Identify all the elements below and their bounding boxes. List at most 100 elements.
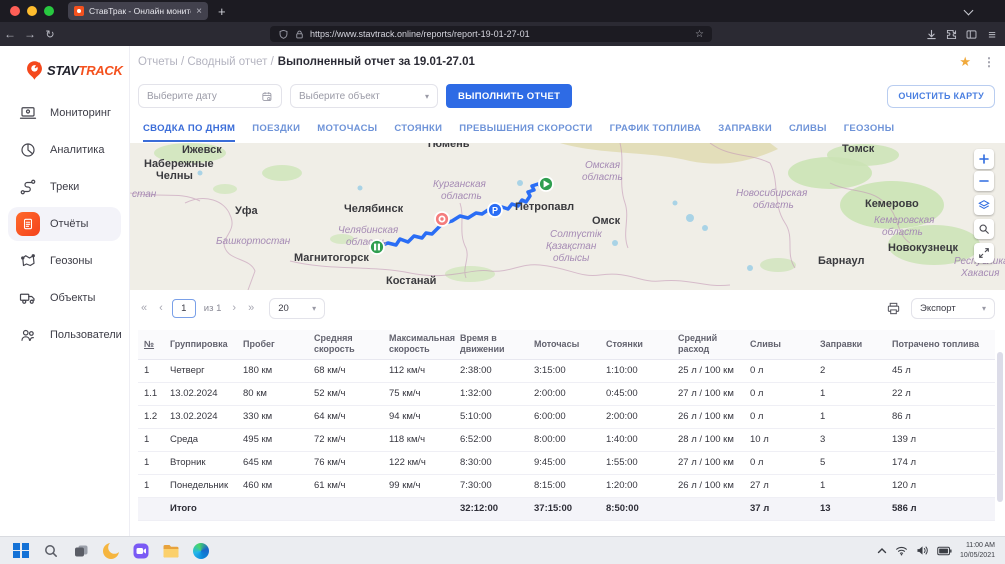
parking-marker[interactable]: P <box>488 203 502 217</box>
extensions-icon[interactable] <box>945 28 958 41</box>
date-input[interactable] <box>147 91 261 102</box>
column-header[interactable]: Средняя скорость <box>308 330 383 359</box>
column-header[interactable]: Сливы <box>744 330 814 359</box>
downloads-icon[interactable] <box>925 28 938 41</box>
calendar-icon[interactable] <box>261 90 273 103</box>
sidebar-item-tracks[interactable]: Треки <box>8 170 121 204</box>
tab-график-топлива[interactable]: ГРАФИК ТОПЛИВА <box>610 123 702 140</box>
next-page-button[interactable]: › <box>229 302 239 314</box>
bookmark-star-icon[interactable]: ☆ <box>695 29 704 40</box>
layers-button[interactable] <box>974 195 994 215</box>
print-icon[interactable] <box>886 301 901 316</box>
tab-превышения-скорости[interactable]: ПРЕВЫШЕНИЯ СКОРОСТИ <box>459 123 592 140</box>
back-button[interactable]: ← <box>0 27 20 41</box>
sidebar-item-geozones[interactable]: Геозоны <box>8 244 121 278</box>
table-cell: 99 км/ч <box>383 474 454 497</box>
close-window-button[interactable] <box>10 6 20 16</box>
taskbar-search-icon[interactable] <box>42 542 60 560</box>
tab-стоянки[interactable]: СТОЯНКИ <box>394 123 442 140</box>
pause-marker[interactable] <box>370 240 384 254</box>
tab-заправки[interactable]: ЗАПРАВКИ <box>718 123 772 140</box>
minimize-window-button[interactable] <box>27 6 37 16</box>
tab-сливы[interactable]: СЛИВЫ <box>789 123 827 140</box>
chat-icon[interactable] <box>132 542 150 560</box>
stavtrack-logo[interactable]: STAVTRACK <box>0 46 129 93</box>
object-select[interactable]: Выберите объект ▾ <box>290 84 438 108</box>
clear-map-button[interactable]: ОЧИСТИТЬ КАРТУ <box>887 85 995 108</box>
tray-chevron-icon[interactable] <box>877 547 887 554</box>
start-button[interactable] <box>12 542 30 560</box>
url-bar[interactable]: https://www.stavtrack.online/reports/rep… <box>270 26 712 42</box>
sidebar-item-label: Треки <box>50 181 79 193</box>
forward-button[interactable]: → <box>20 27 40 41</box>
main-content: Отчеты / Сводный отчет / Выполненный отч… <box>130 46 1005 536</box>
table-cell: 9:45:00 <box>528 451 600 474</box>
column-header[interactable]: Моточасы <box>528 330 600 359</box>
tab-сводка-по-дням[interactable]: СВОДКА ПО ДНЯМ <box>143 123 235 142</box>
browser-titlebar: СтавТрак - Онлайн мониторин × + <box>0 0 1005 22</box>
column-header[interactable]: Группировка <box>164 330 237 359</box>
edge-icon[interactable] <box>192 542 210 560</box>
column-header[interactable]: № <box>138 330 164 359</box>
sidebar-item-objects[interactable]: Объекты <box>8 281 121 315</box>
table-cell: 7:30:00 <box>454 474 528 497</box>
date-picker[interactable] <box>138 84 282 108</box>
event-marker[interactable] <box>435 212 449 226</box>
taskbar-clock[interactable]: 11:00 AM 10/05/2021 <box>960 541 995 560</box>
page-number-input[interactable] <box>172 299 196 318</box>
sidebar-panels-icon[interactable] <box>965 28 978 41</box>
start-marker[interactable] <box>539 177 553 191</box>
tab-close-icon[interactable]: × <box>196 6 202 17</box>
table-cell: 0 л <box>744 359 814 382</box>
favorite-star-icon[interactable]: ★ <box>959 54 971 70</box>
column-header[interactable]: Заправки <box>814 330 886 359</box>
column-header[interactable]: Потрачено топлива <box>886 330 995 359</box>
first-page-button[interactable]: « <box>138 302 150 314</box>
table-cell: 32:12:00 <box>454 497 528 520</box>
shield-icon[interactable] <box>278 29 289 40</box>
export-select[interactable]: Экспорт ▾ <box>911 298 995 319</box>
sidebar-item-users[interactable]: Пользователи <box>8 318 121 352</box>
table-row: 1Вторник645 км76 км/ч122 км/ч8:30:009:45… <box>138 451 995 474</box>
column-header[interactable]: Стоянки <box>600 330 672 359</box>
users-icon <box>16 323 40 347</box>
zoom-in-button[interactable] <box>974 149 994 169</box>
column-header[interactable]: Средний расход <box>672 330 744 359</box>
maximize-window-button[interactable] <box>44 6 54 16</box>
table-cell: Итого <box>164 497 237 520</box>
new-tab-button[interactable]: + <box>218 4 226 19</box>
map-search-button[interactable] <box>974 219 994 239</box>
column-header[interactable]: Пробег <box>237 330 308 359</box>
column-header[interactable]: Время в движении <box>454 330 528 359</box>
tab-поездки[interactable]: ПОЕЗДКИ <box>252 123 300 140</box>
column-header[interactable]: Максимальная скорость <box>383 330 454 359</box>
run-report-button[interactable]: ВЫПОЛНИТЬ ОТЧЕТ <box>446 84 572 108</box>
map-city-label: Ижевск <box>182 144 222 156</box>
last-page-button[interactable]: » <box>245 302 257 314</box>
sidebar-item-analytics[interactable]: Аналитика <box>8 133 121 167</box>
table-row: 1.213.02.2024330 км64 км/ч94 км/ч5:10:00… <box>138 405 995 428</box>
breadcrumb[interactable]: Отчеты / Сводный отчет / <box>138 56 274 68</box>
more-options-icon[interactable]: ⋮ <box>983 55 995 69</box>
battery-icon[interactable] <box>937 546 952 556</box>
table-cell: 75 км/ч <box>383 382 454 405</box>
browser-tab[interactable]: СтавТрак - Онлайн мониторин × <box>68 2 208 20</box>
sidebar-item-reports[interactable]: Отчёты <box>8 207 121 241</box>
volume-icon[interactable] <box>916 545 929 556</box>
map[interactable]: станБашкортостанЧелябинскаяобластьКурган… <box>130 143 1005 290</box>
task-view-icon[interactable] <box>72 542 90 560</box>
tab-геозоны[interactable]: ГЕОЗОНЫ <box>844 123 895 140</box>
page-size-select[interactable]: 20 ▾ <box>269 298 325 319</box>
chevron-down-icon[interactable] <box>965 7 973 15</box>
tab-моточасы[interactable]: МОТОЧАСЫ <box>317 123 377 140</box>
zoom-out-button[interactable] <box>974 171 994 191</box>
wifi-icon[interactable] <box>895 545 908 556</box>
file-explorer-icon[interactable] <box>162 542 180 560</box>
menu-icon[interactable]: ≡ <box>985 27 999 42</box>
scrollbar-thumb[interactable] <box>997 352 1003 502</box>
reload-button[interactable]: ↻ <box>40 28 60 41</box>
firefox-icon[interactable] <box>102 542 120 560</box>
fullscreen-button[interactable] <box>974 243 994 263</box>
prev-page-button[interactable]: ‹ <box>156 302 166 314</box>
sidebar-item-monitoring[interactable]: Мониторинг <box>8 96 121 130</box>
